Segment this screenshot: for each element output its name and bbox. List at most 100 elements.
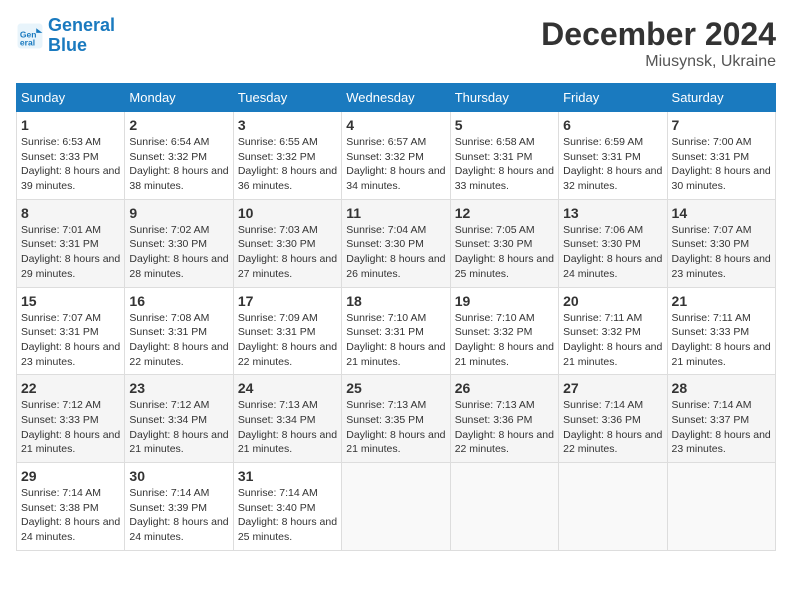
calendar-cell: 28 Sunrise: 7:14 AMSunset: 3:37 PMDayligh… — [667, 375, 775, 463]
day-info: Sunrise: 7:00 AMSunset: 3:31 PMDaylight:… — [672, 135, 771, 194]
day-number: 4 — [346, 117, 445, 133]
calendar-week-row: 8Sunrise: 7:01 AMSunset: 3:31 PMDaylight… — [17, 199, 776, 287]
calendar-cell: 25 Sunrise: 7:13 AMSunset: 3:35 PMDayligh… — [342, 375, 450, 463]
calendar-week-row: 29Sunrise: 7:14 AMSunset: 3:38 PMDayligh… — [17, 463, 776, 551]
calendar-cell — [667, 463, 775, 551]
day-info: Sunrise: 6:58 AMSunset: 3:31 PMDaylight:… — [455, 135, 554, 194]
calendar-week-row: 15 Sunrise: 7:07 AMSunset: 3:31 PMDayligh… — [17, 287, 776, 375]
day-number: 19 — [455, 293, 554, 309]
day-number: 18 — [346, 293, 445, 309]
logo-icon: Gen eral — [16, 22, 44, 50]
day-number: 3 — [238, 117, 337, 133]
calendar-table: SundayMondayTuesdayWednesdayThursdayFrid… — [16, 83, 776, 551]
calendar-cell: 2 Sunrise: 6:54 AMSunset: 3:32 PMDaylight… — [125, 112, 233, 200]
day-number: 31 — [238, 468, 337, 484]
calendar-cell: 29Sunrise: 7:14 AMSunset: 3:38 PMDayligh… — [17, 463, 125, 551]
calendar-cell: 6 Sunrise: 6:59 AMSunset: 3:31 PMDaylight… — [559, 112, 667, 200]
calendar-header-friday: Friday — [559, 84, 667, 112]
calendar-cell: 14 Sunrise: 7:07 AMSunset: 3:30 PMDayligh… — [667, 199, 775, 287]
calendar-cell: 31 Sunrise: 7:14 AMSunset: 3:40 PMDayligh… — [233, 463, 341, 551]
day-info: Sunrise: 7:13 AMSunset: 3:35 PMDaylight:… — [346, 398, 445, 457]
day-info: Sunrise: 6:54 AMSunset: 3:32 PMDaylight:… — [129, 135, 228, 194]
day-info: Sunrise: 7:14 AMSunset: 3:38 PMDaylight:… — [21, 486, 120, 545]
day-number: 12 — [455, 205, 554, 221]
calendar-cell: 1 Sunrise: 6:53 AMSunset: 3:33 PMDaylight… — [17, 112, 125, 200]
calendar-cell: 4Sunrise: 6:57 AMSunset: 3:32 PMDaylight… — [342, 112, 450, 200]
day-info: Sunrise: 7:10 AMSunset: 3:31 PMDaylight:… — [346, 311, 445, 370]
calendar-header-sunday: Sunday — [17, 84, 125, 112]
day-info: Sunrise: 7:14 AMSunset: 3:40 PMDaylight:… — [238, 486, 337, 545]
day-info: Sunrise: 7:14 AMSunset: 3:37 PMDaylight:… — [672, 398, 771, 457]
calendar-cell: 3 Sunrise: 6:55 AMSunset: 3:32 PMDaylight… — [233, 112, 341, 200]
calendar-cell: 15 Sunrise: 7:07 AMSunset: 3:31 PMDayligh… — [17, 287, 125, 375]
calendar-week-row: 1 Sunrise: 6:53 AMSunset: 3:33 PMDaylight… — [17, 112, 776, 200]
day-info: Sunrise: 7:06 AMSunset: 3:30 PMDaylight:… — [563, 223, 662, 282]
day-number: 5 — [455, 117, 554, 133]
day-number: 14 — [672, 205, 771, 221]
day-number: 25 — [346, 380, 445, 396]
calendar-cell: 12 Sunrise: 7:05 AMSunset: 3:30 PMDayligh… — [450, 199, 558, 287]
calendar-cell: 30 Sunrise: 7:14 AMSunset: 3:39 PMDayligh… — [125, 463, 233, 551]
title-block: December 2024 Miusynsk, Ukraine — [541, 16, 776, 71]
day-number: 17 — [238, 293, 337, 309]
day-info: Sunrise: 7:11 AMSunset: 3:32 PMDaylight:… — [563, 311, 662, 370]
calendar-cell: 22Sunrise: 7:12 AMSunset: 3:33 PMDayligh… — [17, 375, 125, 463]
svg-text:eral: eral — [20, 37, 35, 47]
calendar-cell: 19Sunrise: 7:10 AMSunset: 3:32 PMDayligh… — [450, 287, 558, 375]
calendar-header-wednesday: Wednesday — [342, 84, 450, 112]
calendar-week-row: 22Sunrise: 7:12 AMSunset: 3:33 PMDayligh… — [17, 375, 776, 463]
day-number: 26 — [455, 380, 554, 396]
calendar-cell: 11Sunrise: 7:04 AMSunset: 3:30 PMDayligh… — [342, 199, 450, 287]
day-info: Sunrise: 7:12 AMSunset: 3:34 PMDaylight:… — [129, 398, 228, 457]
calendar-header-monday: Monday — [125, 84, 233, 112]
calendar-header-saturday: Saturday — [667, 84, 775, 112]
calendar-cell: 20Sunrise: 7:11 AMSunset: 3:32 PMDayligh… — [559, 287, 667, 375]
day-info: Sunrise: 6:59 AMSunset: 3:31 PMDaylight:… — [563, 135, 662, 194]
month-title: December 2024 — [541, 16, 776, 53]
day-number: 27 — [563, 380, 662, 396]
day-info: Sunrise: 7:07 AMSunset: 3:30 PMDaylight:… — [672, 223, 771, 282]
day-info: Sunrise: 7:13 AMSunset: 3:34 PMDaylight:… — [238, 398, 337, 457]
calendar-header-row: SundayMondayTuesdayWednesdayThursdayFrid… — [17, 84, 776, 112]
day-number: 11 — [346, 205, 445, 221]
day-number: 21 — [672, 293, 771, 309]
logo: Gen eral General Blue — [16, 16, 115, 56]
calendar-header-tuesday: Tuesday — [233, 84, 341, 112]
calendar-cell: 27 Sunrise: 7:14 AMSunset: 3:36 PMDayligh… — [559, 375, 667, 463]
day-info: Sunrise: 7:11 AMSunset: 3:33 PMDaylight:… — [672, 311, 771, 370]
calendar-cell — [450, 463, 558, 551]
calendar-cell: 21 Sunrise: 7:11 AMSunset: 3:33 PMDayligh… — [667, 287, 775, 375]
day-info: Sunrise: 7:12 AMSunset: 3:33 PMDaylight:… — [21, 398, 120, 457]
page-header: Gen eral General Blue December 2024 Mius… — [16, 16, 776, 71]
day-number: 7 — [672, 117, 771, 133]
day-number: 16 — [129, 293, 228, 309]
calendar-cell: 18 Sunrise: 7:10 AMSunset: 3:31 PMDayligh… — [342, 287, 450, 375]
calendar-cell: 7 Sunrise: 7:00 AMSunset: 3:31 PMDaylight… — [667, 112, 775, 200]
day-number: 15 — [21, 293, 120, 309]
calendar-cell — [559, 463, 667, 551]
day-info: Sunrise: 7:03 AMSunset: 3:30 PMDaylight:… — [238, 223, 337, 282]
day-info: Sunrise: 7:02 AMSunset: 3:30 PMDaylight:… — [129, 223, 228, 282]
day-info: Sunrise: 6:55 AMSunset: 3:32 PMDaylight:… — [238, 135, 337, 194]
day-info: Sunrise: 6:53 AMSunset: 3:33 PMDaylight:… — [21, 135, 120, 194]
day-info: Sunrise: 7:07 AMSunset: 3:31 PMDaylight:… — [21, 311, 120, 370]
calendar-cell: 10 Sunrise: 7:03 AMSunset: 3:30 PMDayligh… — [233, 199, 341, 287]
day-number: 1 — [21, 117, 120, 133]
calendar-cell: 24Sunrise: 7:13 AMSunset: 3:34 PMDayligh… — [233, 375, 341, 463]
day-info: Sunrise: 7:01 AMSunset: 3:31 PMDaylight:… — [21, 223, 120, 282]
calendar-cell: 26Sunrise: 7:13 AMSunset: 3:36 PMDayligh… — [450, 375, 558, 463]
day-number: 10 — [238, 205, 337, 221]
day-number: 6 — [563, 117, 662, 133]
day-info: Sunrise: 7:09 AMSunset: 3:31 PMDaylight:… — [238, 311, 337, 370]
day-number: 2 — [129, 117, 228, 133]
day-info: Sunrise: 7:05 AMSunset: 3:30 PMDaylight:… — [455, 223, 554, 282]
calendar-cell: 5 Sunrise: 6:58 AMSunset: 3:31 PMDaylight… — [450, 112, 558, 200]
day-number: 28 — [672, 380, 771, 396]
day-number: 9 — [129, 205, 228, 221]
day-number: 30 — [129, 468, 228, 484]
day-info: Sunrise: 7:14 AMSunset: 3:39 PMDaylight:… — [129, 486, 228, 545]
calendar-cell: 9 Sunrise: 7:02 AMSunset: 3:30 PMDaylight… — [125, 199, 233, 287]
day-info: Sunrise: 7:14 AMSunset: 3:36 PMDaylight:… — [563, 398, 662, 457]
calendar-cell: 16Sunrise: 7:08 AMSunset: 3:31 PMDayligh… — [125, 287, 233, 375]
logo-text: General Blue — [48, 16, 115, 56]
